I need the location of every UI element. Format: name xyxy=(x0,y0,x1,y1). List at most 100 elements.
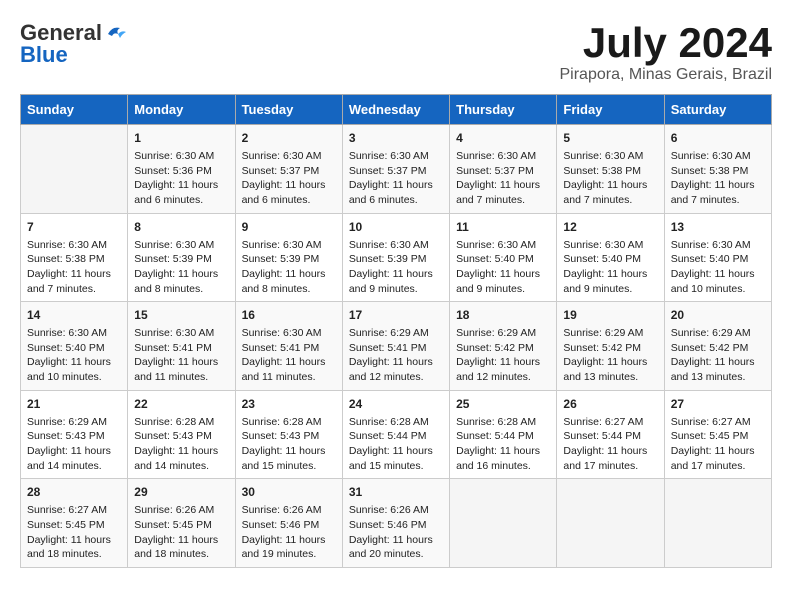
day-detail: Sunrise: 6:28 AMSunset: 5:44 PMDaylight:… xyxy=(456,415,550,474)
calendar-header-wednesday: Wednesday xyxy=(342,95,449,125)
day-number: 18 xyxy=(456,307,550,324)
calendar-cell xyxy=(450,479,557,568)
day-detail: Sunrise: 6:29 AMSunset: 5:43 PMDaylight:… xyxy=(27,415,121,474)
calendar-cell: 8 Sunrise: 6:30 AMSunset: 5:39 PMDaylight… xyxy=(128,213,235,302)
day-detail: Sunrise: 6:29 AMSunset: 5:42 PMDaylight:… xyxy=(563,326,657,385)
day-number: 5 xyxy=(563,130,657,147)
calendar-cell: 4 Sunrise: 6:30 AMSunset: 5:37 PMDaylight… xyxy=(450,125,557,214)
calendar-cell: 18 Sunrise: 6:29 AMSunset: 5:42 PMDayligh… xyxy=(450,302,557,391)
day-number: 14 xyxy=(27,307,121,324)
calendar-cell xyxy=(557,479,664,568)
calendar-cell: 26Sunrise: 6:27 AMSunset: 5:44 PMDayligh… xyxy=(557,390,664,479)
day-detail: Sunrise: 6:30 AMSunset: 5:40 PMDaylight:… xyxy=(456,238,550,297)
day-detail: Sunrise: 6:29 AMSunset: 5:42 PMDaylight:… xyxy=(456,326,550,385)
day-detail: Sunrise: 6:30 AMSunset: 5:40 PMDaylight:… xyxy=(671,238,765,297)
logo-blue: Blue xyxy=(20,42,68,68)
day-number: 30 xyxy=(242,484,336,501)
day-number: 24 xyxy=(349,396,443,413)
calendar-week-row: 14 Sunrise: 6:30 AMSunset: 5:40 PMDayligh… xyxy=(21,302,772,391)
day-detail: Sunrise: 6:30 AMSunset: 5:39 PMDaylight:… xyxy=(242,238,336,297)
calendar-cell: 11 Sunrise: 6:30 AMSunset: 5:40 PMDayligh… xyxy=(450,213,557,302)
calendar-cell: 27 Sunrise: 6:27 AMSunset: 5:45 PMDayligh… xyxy=(664,390,771,479)
calendar-cell: 13 Sunrise: 6:30 AMSunset: 5:40 PMDayligh… xyxy=(664,213,771,302)
day-detail: Sunrise: 6:30 AMSunset: 5:37 PMDaylight:… xyxy=(349,149,443,208)
calendar-cell: 14 Sunrise: 6:30 AMSunset: 5:40 PMDayligh… xyxy=(21,302,128,391)
calendar-cell: 16Sunrise: 6:30 AMSunset: 5:41 PMDayligh… xyxy=(235,302,342,391)
calendar-cell: 25 Sunrise: 6:28 AMSunset: 5:44 PMDayligh… xyxy=(450,390,557,479)
day-number: 1 xyxy=(134,130,228,147)
day-number: 11 xyxy=(456,219,550,236)
calendar-table: SundayMondayTuesdayWednesdayThursdayFrid… xyxy=(20,94,772,568)
day-detail: Sunrise: 6:27 AMSunset: 5:44 PMDaylight:… xyxy=(563,415,657,474)
calendar-header-monday: Monday xyxy=(128,95,235,125)
day-number: 22 xyxy=(134,396,228,413)
calendar-header-sunday: Sunday xyxy=(21,95,128,125)
day-number: 17 xyxy=(349,307,443,324)
calendar-cell: 6 Sunrise: 6:30 AMSunset: 5:38 PMDaylight… xyxy=(664,125,771,214)
day-detail: Sunrise: 6:30 AMSunset: 5:40 PMDaylight:… xyxy=(27,326,121,385)
day-detail: Sunrise: 6:30 AMSunset: 5:37 PMDaylight:… xyxy=(242,149,336,208)
calendar-cell: 30Sunrise: 6:26 AMSunset: 5:46 PMDayligh… xyxy=(235,479,342,568)
calendar-cell: 29Sunrise: 6:26 AMSunset: 5:45 PMDayligh… xyxy=(128,479,235,568)
calendar-cell: 17 Sunrise: 6:29 AMSunset: 5:41 PMDayligh… xyxy=(342,302,449,391)
calendar-cell: 22 Sunrise: 6:28 AMSunset: 5:43 PMDayligh… xyxy=(128,390,235,479)
calendar-cell: 9Sunrise: 6:30 AMSunset: 5:39 PMDaylight… xyxy=(235,213,342,302)
day-detail: Sunrise: 6:29 AMSunset: 5:41 PMDaylight:… xyxy=(349,326,443,385)
day-number: 27 xyxy=(671,396,765,413)
title-block: July 2024 Pirapora, Minas Gerais, Brazil xyxy=(559,20,772,84)
calendar-header-tuesday: Tuesday xyxy=(235,95,342,125)
calendar-cell: 21 Sunrise: 6:29 AMSunset: 5:43 PMDayligh… xyxy=(21,390,128,479)
day-number: 19 xyxy=(563,307,657,324)
day-number: 8 xyxy=(134,219,228,236)
calendar-cell: 1 Sunrise: 6:30 AMSunset: 5:36 PMDaylight… xyxy=(128,125,235,214)
day-number: 28 xyxy=(27,484,121,501)
day-detail: Sunrise: 6:28 AMSunset: 5:43 PMDaylight:… xyxy=(134,415,228,474)
location: Pirapora, Minas Gerais, Brazil xyxy=(559,66,772,84)
day-detail: Sunrise: 6:29 AMSunset: 5:42 PMDaylight:… xyxy=(671,326,765,385)
calendar-cell: 12Sunrise: 6:30 AMSunset: 5:40 PMDayligh… xyxy=(557,213,664,302)
day-detail: Sunrise: 6:27 AMSunset: 5:45 PMDaylight:… xyxy=(671,415,765,474)
day-detail: Sunrise: 6:30 AMSunset: 5:39 PMDaylight:… xyxy=(134,238,228,297)
calendar-cell: 7 Sunrise: 6:30 AMSunset: 5:38 PMDaylight… xyxy=(21,213,128,302)
day-number: 16 xyxy=(242,307,336,324)
month-title: July 2024 xyxy=(559,20,772,66)
calendar-cell: 20 Sunrise: 6:29 AMSunset: 5:42 PMDayligh… xyxy=(664,302,771,391)
day-detail: Sunrise: 6:30 AMSunset: 5:38 PMDaylight:… xyxy=(563,149,657,208)
day-number: 13 xyxy=(671,219,765,236)
day-number: 20 xyxy=(671,307,765,324)
calendar-cell xyxy=(664,479,771,568)
calendar-header-friday: Friday xyxy=(557,95,664,125)
day-number: 3 xyxy=(349,130,443,147)
calendar-cell: 10Sunrise: 6:30 AMSunset: 5:39 PMDayligh… xyxy=(342,213,449,302)
logo: General Blue xyxy=(20,20,126,68)
calendar-cell: 24 Sunrise: 6:28 AMSunset: 5:44 PMDayligh… xyxy=(342,390,449,479)
day-number: 31 xyxy=(349,484,443,501)
calendar-week-row: 1 Sunrise: 6:30 AMSunset: 5:36 PMDaylight… xyxy=(21,125,772,214)
day-detail: Sunrise: 6:30 AMSunset: 5:38 PMDaylight:… xyxy=(671,149,765,208)
day-number: 15 xyxy=(134,307,228,324)
day-number: 21 xyxy=(27,396,121,413)
calendar-cell: 19 Sunrise: 6:29 AMSunset: 5:42 PMDayligh… xyxy=(557,302,664,391)
day-detail: Sunrise: 6:30 AMSunset: 5:39 PMDaylight:… xyxy=(349,238,443,297)
calendar-cell: 31Sunrise: 6:26 AMSunset: 5:46 PMDayligh… xyxy=(342,479,449,568)
day-number: 7 xyxy=(27,219,121,236)
day-detail: Sunrise: 6:30 AMSunset: 5:41 PMDaylight:… xyxy=(134,326,228,385)
calendar-cell: 2 Sunrise: 6:30 AMSunset: 5:37 PMDaylight… xyxy=(235,125,342,214)
day-number: 25 xyxy=(456,396,550,413)
logo-bird-icon xyxy=(104,24,126,42)
day-detail: Sunrise: 6:27 AMSunset: 5:45 PMDaylight:… xyxy=(27,503,121,562)
day-number: 12 xyxy=(563,219,657,236)
day-number: 29 xyxy=(134,484,228,501)
calendar-header-row: SundayMondayTuesdayWednesdayThursdayFrid… xyxy=(21,95,772,125)
calendar-cell: 15 Sunrise: 6:30 AMSunset: 5:41 PMDayligh… xyxy=(128,302,235,391)
day-number: 4 xyxy=(456,130,550,147)
calendar-header-thursday: Thursday xyxy=(450,95,557,125)
day-detail: Sunrise: 6:30 AMSunset: 5:38 PMDaylight:… xyxy=(27,238,121,297)
day-number: 6 xyxy=(671,130,765,147)
day-number: 2 xyxy=(242,130,336,147)
day-detail: Sunrise: 6:30 AMSunset: 5:37 PMDaylight:… xyxy=(456,149,550,208)
calendar-cell: 23Sunrise: 6:28 AMSunset: 5:43 PMDayligh… xyxy=(235,390,342,479)
day-detail: Sunrise: 6:28 AMSunset: 5:44 PMDaylight:… xyxy=(349,415,443,474)
day-number: 23 xyxy=(242,396,336,413)
day-detail: Sunrise: 6:30 AMSunset: 5:36 PMDaylight:… xyxy=(134,149,228,208)
